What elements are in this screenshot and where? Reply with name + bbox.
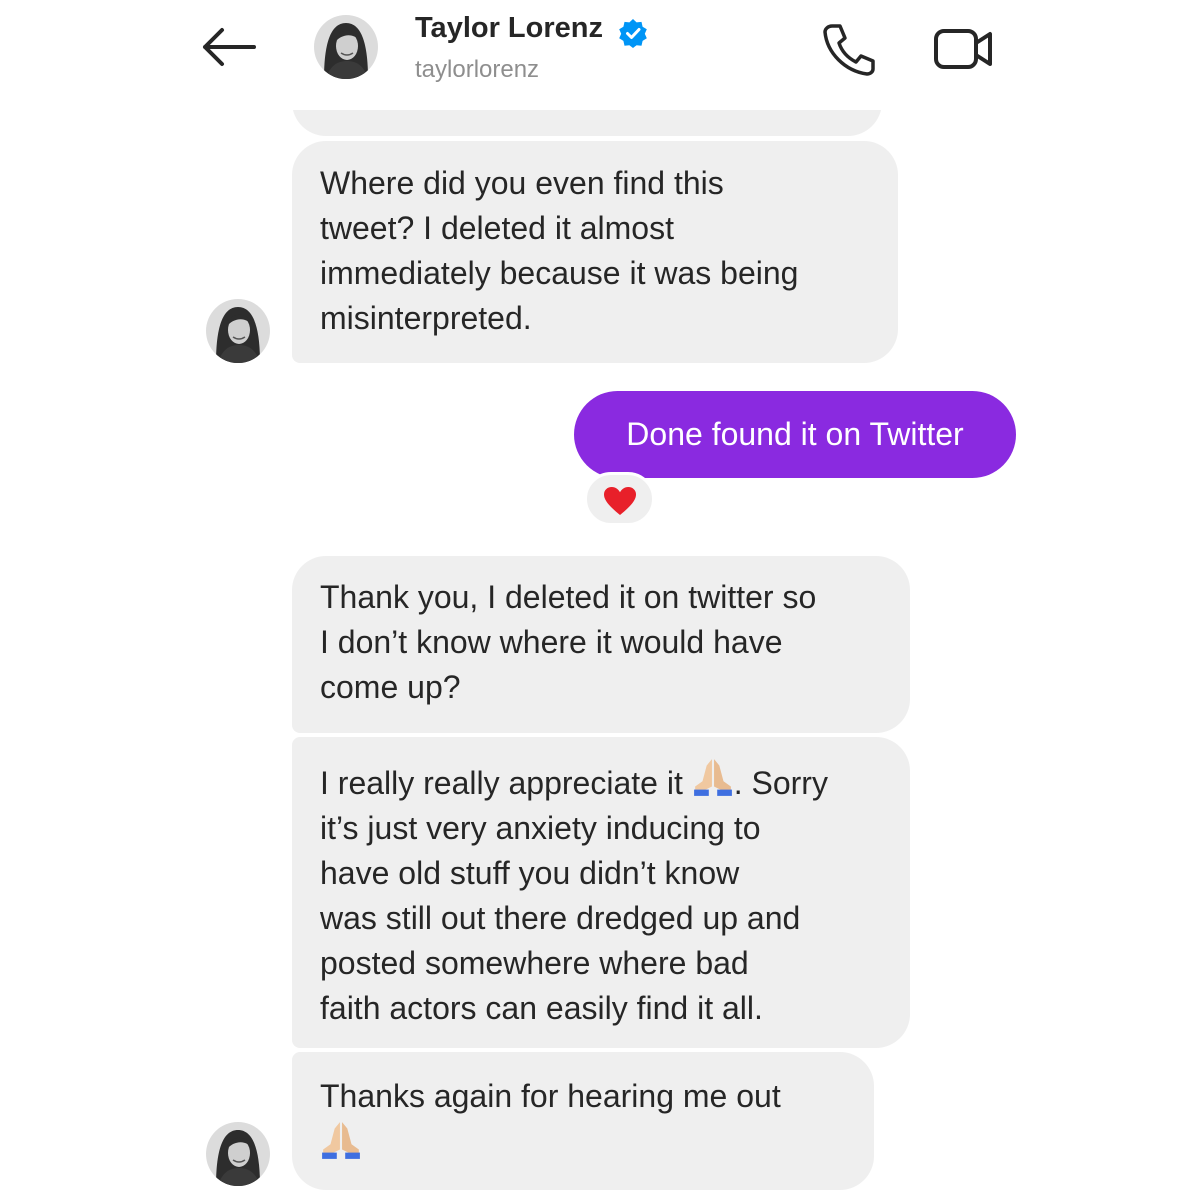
- verified-badge-icon: [618, 18, 648, 48]
- incoming-message-2[interactable]: Thank you, I deleted it on twitter so I …: [292, 556, 910, 733]
- contact-avatar[interactable]: [314, 15, 378, 79]
- voice-call-button[interactable]: [818, 20, 878, 76]
- outgoing-message-1[interactable]: Done found it on Twitter: [574, 391, 1016, 478]
- message-text: Thanks again for hearing me out: [320, 1078, 781, 1114]
- sender-avatar[interactable]: [206, 1122, 270, 1186]
- phone-icon: [823, 24, 875, 76]
- message-reaction[interactable]: [584, 472, 655, 526]
- back-arrow-icon: [203, 28, 256, 66]
- video-call-button[interactable]: [930, 20, 994, 76]
- folded-hands-emoji: [692, 756, 734, 798]
- contact-name[interactable]: Taylor Lorenz: [415, 12, 603, 45]
- video-camera-icon: [934, 29, 992, 69]
- folded-hands-emoji: [320, 1119, 362, 1161]
- back-button[interactable]: [198, 22, 260, 72]
- message-text-continued: . Sorry it’s just very anxiety inducing …: [320, 765, 828, 1026]
- contact-username[interactable]: taylorlorenz: [415, 56, 539, 84]
- sender-avatar[interactable]: [206, 299, 270, 363]
- incoming-message-4[interactable]: Thanks again for hearing me out: [292, 1052, 874, 1190]
- chat-header: Taylor Lorenz taylorlorenz: [0, 0, 1200, 110]
- incoming-message-1[interactable]: Where did you even find this tweet? I de…: [292, 141, 898, 363]
- incoming-message-3[interactable]: I really really appreciate it . Sorry it…: [292, 737, 910, 1048]
- heart-emoji: [604, 487, 636, 515]
- message-text: I really really appreciate it: [320, 765, 692, 801]
